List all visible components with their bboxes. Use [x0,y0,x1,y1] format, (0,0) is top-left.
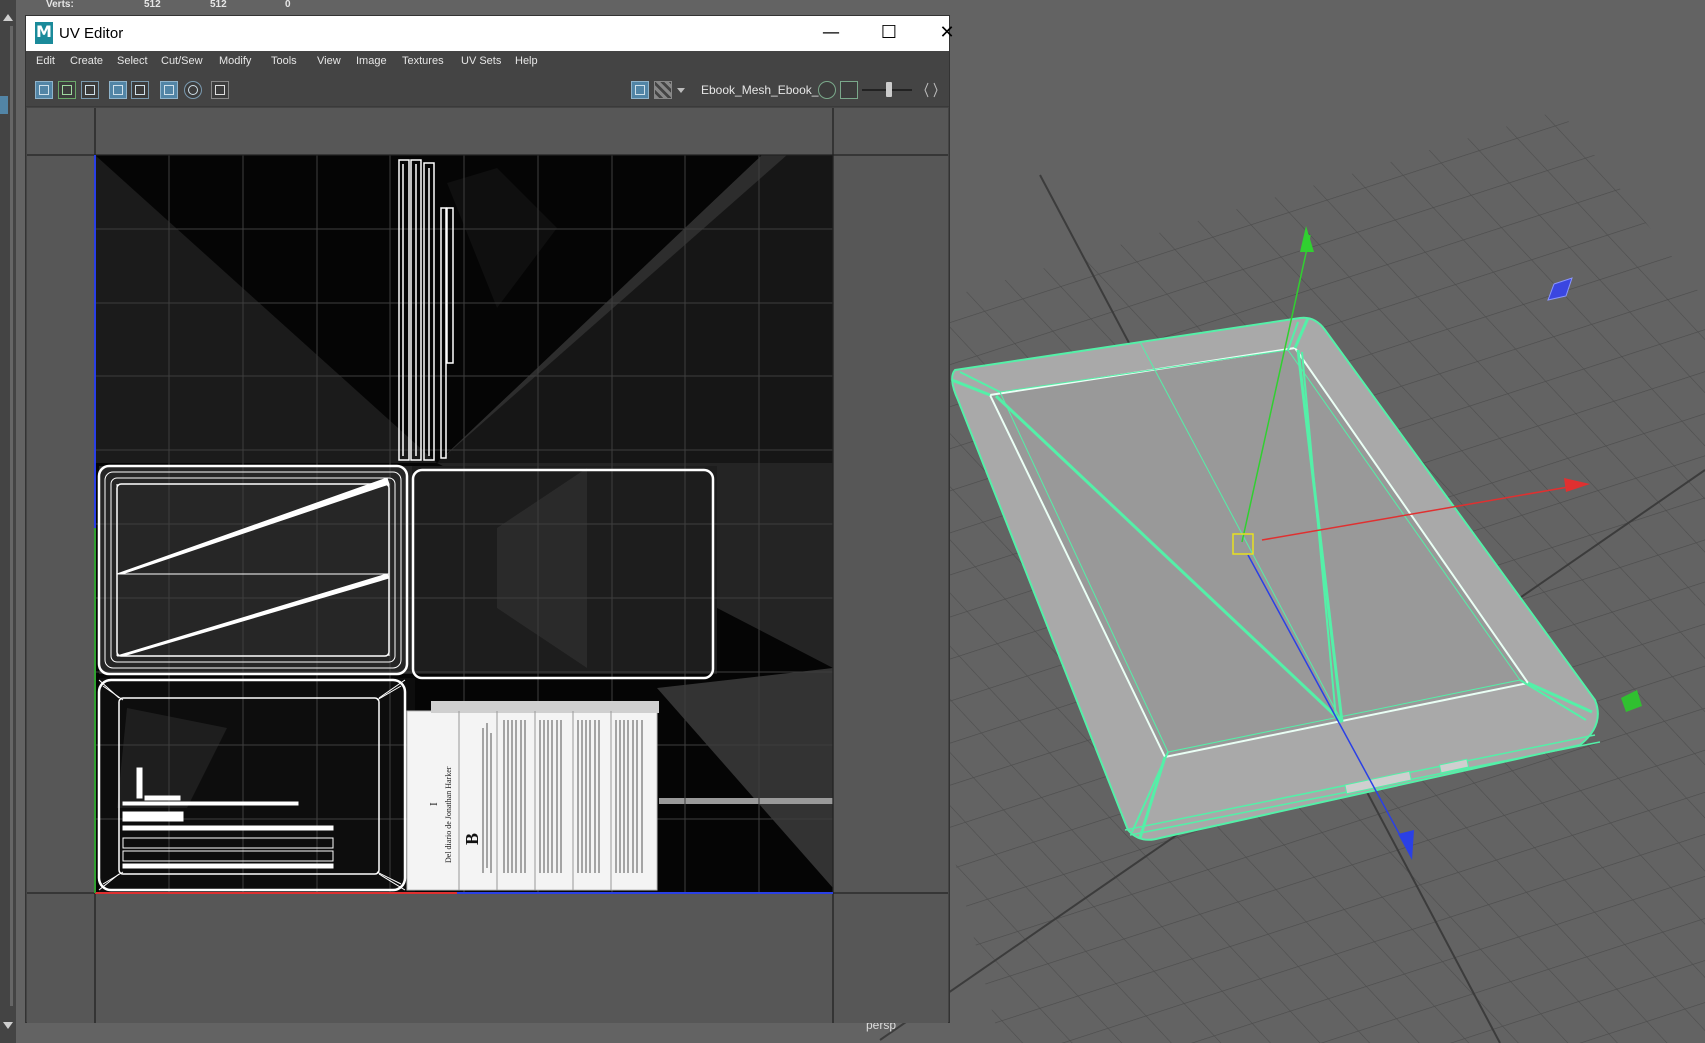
menu-cut-sew[interactable]: Cut/Sew [161,55,203,67]
uv-editor-window[interactable]: M UV Editor — ☐ ✕ Edit Create Select Cut… [25,15,955,1023]
drop-cap-text: B [462,833,482,845]
expand-glyph [924,82,938,98]
menu-tools[interactable]: Tools [271,55,297,67]
chevron-down-icon[interactable] [676,81,686,99]
poly-count-hud: Verts: 512 512 0 [0,0,400,12]
minimize-button[interactable]: — [802,16,860,51]
uv-target-icon[interactable] [184,81,202,99]
close-button[interactable]: ✕ [918,16,976,51]
menu-create[interactable]: Create [70,55,103,67]
uv-texture-canvas[interactable]: Del diario de Jonathan Harker I B [27,108,948,1023]
menu-modify[interactable]: Modify [219,55,251,67]
toolbar-expand-icon[interactable] [922,81,940,99]
book-title-text: Del diario de Jonathan Harker [444,766,453,863]
uv-shell-page[interactable]: Del diario de Jonathan Harker I B [406,701,659,891]
menu-edit[interactable]: Edit [36,55,55,67]
menu-select[interactable]: Select [117,55,148,67]
chevron-down-glyph [677,88,685,93]
menu-uv-sets[interactable]: UV Sets [461,55,501,67]
maximize-button[interactable]: ☐ [860,16,918,51]
scroll-track[interactable] [10,26,13,1006]
chapter-number-text: I [428,802,440,806]
verts-value-1: 512 [144,0,161,10]
snapshot-camera-icon[interactable] [211,81,229,99]
uv-toolbar: Ebook_Mesh_Ebook_ [26,73,949,107]
uv-checker-green-icon[interactable] [58,81,76,99]
menu-help[interactable]: Help [515,55,538,67]
scroll-thumb[interactable] [0,96,8,114]
menu-view[interactable]: View [317,55,341,67]
brightness-slider-knob[interactable] [886,82,892,97]
uv-edge-icon[interactable] [131,81,149,99]
left-scrollbar[interactable] [0,0,16,1043]
menu-textures[interactable]: Textures [402,55,444,67]
verts-label: Verts: [46,0,74,10]
uv-sphere-icon[interactable] [818,81,836,99]
display-image-icon[interactable] [631,81,649,99]
checker-icon[interactable] [654,81,672,99]
title-bar[interactable]: M UV Editor — ☐ ✕ [26,16,955,51]
scroll-down-icon[interactable] [3,1022,13,1029]
uv-frame-icon[interactable] [109,81,127,99]
verts-value-3: 0 [285,0,291,10]
scroll-up-icon[interactable] [3,14,13,21]
uv-shell-icon[interactable] [35,81,53,99]
uv-texture-icon[interactable] [840,81,858,99]
uv-distortion-icon[interactable] [81,81,99,99]
verts-value-2: 512 [210,0,227,10]
maya-logo-icon: M [35,22,53,44]
uv-layout[interactable]: Del diario de Jonathan Harker I B [27,108,948,1023]
menu-bar: Edit Create Select Cut/Sew Modify Tools … [26,51,949,73]
menu-image[interactable]: Image [356,55,387,67]
window-title: UV Editor [59,25,124,42]
mesh-selector[interactable]: Ebook_Mesh_Ebook_ [701,83,818,97]
uv-grid-icon[interactable] [160,81,178,99]
